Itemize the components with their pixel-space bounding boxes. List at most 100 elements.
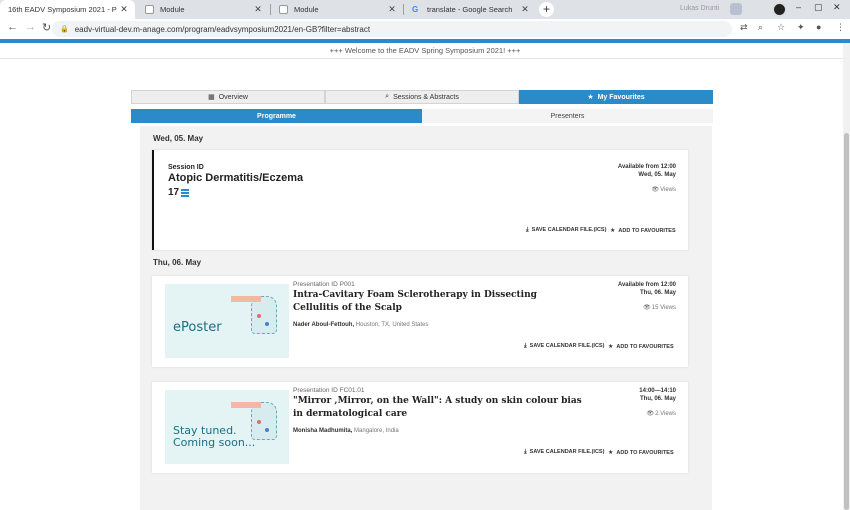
page-icon	[145, 5, 154, 14]
download-icon: ⤓	[526, 227, 529, 233]
new-tab-button[interactable]: +	[539, 2, 554, 17]
welcome-banner: +++ Welcome to the EADV Spring Symposium…	[0, 43, 850, 59]
views-count: 👁15 Views	[643, 304, 676, 311]
download-icon: ⤓	[524, 343, 527, 349]
action-label: SAVE CALENDAR FILE.(ICS)	[529, 449, 605, 455]
browser-tab-module-1[interactable]: Module ✕	[137, 0, 269, 19]
tab-my-favourites[interactable]: ★ My Favourites	[519, 90, 713, 104]
record-icon[interactable]	[772, 2, 787, 17]
add-favourites-button[interactable]: ★ ADD TO FAVOURITES	[608, 343, 674, 350]
eposter-thumbnail: Stay tuned. Coming soon...	[165, 390, 289, 464]
tab-sessions-abstracts[interactable]: ⌕ Sessions & Abstracts	[325, 90, 519, 104]
session-time: Available from 12:00 Wed, 05. May	[618, 163, 676, 179]
zoom-icon[interactable]: ⌕	[758, 22, 763, 33]
maximize-icon[interactable]: ▢	[814, 2, 823, 13]
browser-tab-symposium[interactable]: 16th EADV Symposium 2021 - P ✕	[0, 0, 135, 19]
page-icon	[279, 5, 288, 14]
action-label: ADD TO FAVOURITES	[618, 228, 676, 234]
session-id-label: Session ID	[168, 164, 204, 171]
save-calendar-button[interactable]: ⤓ SAVE CALENDAR FILE.(ICS)	[526, 227, 606, 234]
tab-label: Overview	[218, 93, 248, 101]
presentation-date: Thu, 06. May	[639, 290, 676, 296]
available-time: Available from 12:00	[617, 164, 676, 170]
eye-icon: 👁	[643, 305, 651, 311]
tab-title: translate - Google Search	[427, 5, 513, 14]
close-icon[interactable]: ✕	[253, 4, 263, 15]
tab-overview[interactable]: ▦ Overview	[131, 90, 325, 104]
close-icon[interactable]: ✕	[119, 4, 129, 15]
list-icon	[181, 189, 189, 197]
tab-label: My Favourites	[597, 93, 645, 101]
date-heading: Thu, 06. May	[153, 258, 202, 267]
address-bar[interactable]: 🔒 eadv-virtual-dev.m-anage.com/program/e…	[52, 21, 732, 37]
scrollbar-thumb[interactable]	[844, 133, 849, 510]
sub-tabs: Programme Presenters	[131, 109, 713, 123]
translate-icon[interactable]: ⇄	[740, 22, 748, 33]
tab-title: Module	[160, 5, 185, 14]
google-icon: G	[412, 5, 419, 14]
action-label: ADD TO FAVOURITES	[616, 450, 674, 456]
save-calendar-button[interactable]: ⤓ SAVE CALENDAR FILE.(ICS)	[524, 449, 604, 456]
author-name: Nader Aboul-Fettouh,	[293, 322, 355, 328]
url-text: eadv-virtual-dev.m-anage.com/program/ead…	[74, 24, 371, 34]
menu-icon[interactable]: ⋮	[836, 22, 845, 33]
star-icon: ★	[610, 228, 616, 234]
thumb-text: Coming soon...	[173, 436, 256, 449]
add-favourites-button[interactable]: ★ ADD TO FAVOURITES	[608, 449, 674, 456]
main-tabs: ▦ Overview ⌕ Sessions & Abstracts ★ My F…	[131, 90, 713, 104]
lock-icon: 🔒	[60, 26, 69, 33]
date-heading: Wed, 05. May	[153, 134, 204, 143]
close-icon[interactable]: ✕	[387, 4, 397, 15]
eye-icon: 👁	[651, 187, 660, 193]
action-label: SAVE CALENDAR FILE.(ICS)	[531, 227, 607, 233]
avatar[interactable]	[730, 3, 742, 15]
programme-list: Wed, 05. May Session ID Atopic Dermatiti…	[140, 126, 712, 510]
browser-tab-bar: 16th EADV Symposium 2021 - P ✕ Module ✕ …	[0, 0, 850, 19]
views-label: 2 Views	[655, 411, 676, 417]
save-calendar-button[interactable]: ⤓ SAVE CALENDAR FILE.(ICS)	[524, 343, 604, 350]
presentation-id: Presentation ID P001	[293, 281, 355, 288]
action-label: ADD TO FAVOURITES	[616, 344, 674, 350]
forward-icon[interactable]: →	[25, 21, 36, 33]
author-name: Monisha Madhumita,	[293, 428, 353, 434]
tab-presenters[interactable]: Presenters	[422, 109, 713, 123]
author: Nader Aboul-Fettouh, Houston, TX, United…	[293, 322, 428, 328]
browser-tab-google[interactable]: G translate - Google Search ✕	[404, 0, 536, 19]
presentation-title[interactable]: "Mirror ,Mirror, on the Wall": A study o…	[293, 395, 583, 421]
session-count: 17	[168, 187, 180, 198]
star-icon: ★	[608, 344, 614, 350]
window-close-icon[interactable]: ✕	[833, 2, 841, 13]
download-icon: ⤓	[524, 449, 527, 455]
presentation-time: Available from 12:00 Thu, 06. May	[618, 281, 676, 297]
session-card[interactable]: Session ID Atopic Dermatitis/Eczema 17 A…	[152, 150, 688, 250]
session-date: Wed, 05. May	[638, 172, 676, 178]
extensions-icon[interactable]: ✦	[797, 22, 805, 33]
browser-tab-module-2[interactable]: Module ✕	[271, 0, 403, 19]
bookmark-star-icon[interactable]: ☆	[777, 22, 785, 33]
page: +++ Welcome to the EADV Spring Symposium…	[0, 43, 850, 510]
back-icon[interactable]: ←	[7, 21, 18, 33]
views-count: 👁Views	[651, 186, 676, 193]
presentation-title[interactable]: Intra-Cavitary Foam Sclerotherapy in Dis…	[293, 289, 583, 315]
session-time: 14:00—14:10	[639, 388, 676, 394]
views-label: Views	[660, 187, 676, 193]
views-count: 👁2 Views	[646, 410, 676, 417]
action-label: SAVE CALENDAR FILE.(ICS)	[529, 343, 605, 349]
minimize-icon[interactable]: –	[796, 2, 801, 12]
add-favourites-button[interactable]: ★ ADD TO FAVOURITES	[610, 227, 676, 234]
presentation-card[interactable]: ePoster Presentation ID P001 Intra-Cavit…	[152, 276, 688, 367]
presentation-card[interactable]: Stay tuned. Coming soon... Presentation …	[152, 382, 688, 473]
presentation-time: 14:00—14:10 Thu, 06. May	[639, 387, 676, 403]
star-icon: ★	[587, 94, 594, 101]
eposter-thumbnail: ePoster	[165, 284, 289, 358]
session-title[interactable]: Atopic Dermatitis/Eczema	[168, 172, 303, 184]
thumb-text: ePoster	[173, 320, 222, 335]
reload-icon[interactable]: ↻	[42, 21, 51, 34]
views-label: 15 Views	[651, 305, 676, 311]
tab-title: 16th EADV Symposium 2021 - P	[8, 5, 117, 14]
search-icon: ⌕	[385, 93, 390, 100]
scrollbar[interactable]	[843, 43, 850, 510]
close-icon[interactable]: ✕	[520, 4, 530, 15]
profile-icon[interactable]: ●	[816, 22, 821, 32]
tab-programme[interactable]: Programme	[131, 109, 422, 123]
